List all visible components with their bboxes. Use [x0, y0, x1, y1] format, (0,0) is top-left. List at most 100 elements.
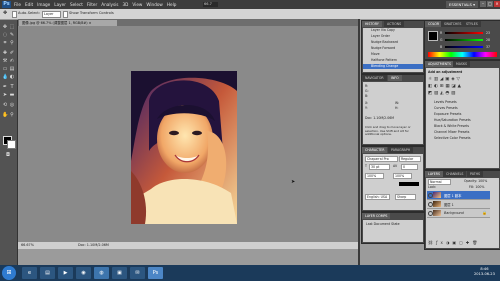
- history-item[interactable]: Move: [363, 52, 423, 57]
- font-style-dropdown[interactable]: Regular: [399, 156, 421, 162]
- layer-name[interactable]: 图层 1 副本: [444, 193, 461, 198]
- menu-image[interactable]: Image: [37, 2, 50, 7]
- taskbar-ie-icon[interactable]: e: [22, 267, 37, 279]
- layer-row[interactable]: 图层 1 副本: [427, 191, 490, 200]
- shape-tool-icon[interactable]: ▬: [9, 92, 15, 98]
- workspace-switcher[interactable]: ESSENTIALS ▾: [446, 1, 478, 8]
- tab-actions[interactable]: ACTIONS: [384, 21, 405, 27]
- preset-item[interactable]: Selective Color Presets: [426, 136, 498, 141]
- preset-item[interactable]: Channel Mixer Presets: [426, 130, 498, 135]
- auto-select-checkbox[interactable]: [12, 11, 17, 18]
- move-tool-icon[interactable]: ✥: [3, 10, 7, 16]
- healing-brush-tool-icon[interactable]: ✚: [2, 50, 8, 56]
- menu-help[interactable]: Help: [167, 2, 177, 7]
- taskbar-chrome-icon[interactable]: ◍: [94, 267, 109, 279]
- tab-info[interactable]: INFO: [388, 75, 402, 81]
- history-item-selected[interactable]: Blending Change: [363, 64, 423, 69]
- maximize-icon[interactable]: □: [487, 1, 493, 7]
- tab-channels[interactable]: CHANNELS: [443, 171, 467, 177]
- opacity-field[interactable]: Opacity: 100%: [464, 179, 487, 183]
- layer-name[interactable]: Background: [444, 211, 464, 215]
- adjustment-icons-row-3[interactable]: ◩▧◭◓▨: [428, 91, 496, 97]
- color-value-g[interactable]: 28: [486, 38, 490, 42]
- adjustment-icons-row-1[interactable]: ☼▥◢▣◈▽: [428, 77, 496, 83]
- color-value-r[interactable]: 23: [486, 31, 490, 35]
- language-dropdown[interactable]: English: USA: [365, 194, 390, 200]
- taskbar-app-icon[interactable]: ▣: [112, 267, 127, 279]
- tab-masks[interactable]: MASKS: [453, 61, 471, 67]
- blue-slider[interactable]: [445, 46, 483, 48]
- menu-layer[interactable]: Layer: [54, 2, 66, 7]
- tab-swatches[interactable]: SWATCHES: [441, 21, 465, 27]
- menu-file[interactable]: File: [14, 2, 21, 7]
- preset-item[interactable]: Exposure Presets: [426, 112, 498, 117]
- red-slider[interactable]: [445, 32, 483, 34]
- color-fg-swatch[interactable]: [428, 31, 438, 41]
- tab-paragraph[interactable]: PARAGRAPH: [388, 147, 414, 153]
- 3d-rotate-tool-icon[interactable]: ⟲: [2, 102, 8, 108]
- history-item[interactable]: Nudge Backward: [363, 40, 423, 45]
- eraser-tool-icon[interactable]: ▭: [2, 66, 8, 72]
- show-transform-checkbox[interactable]: [63, 11, 68, 18]
- horizontal-scale-field[interactable]: 100%: [393, 173, 412, 179]
- vertical-scale-field[interactable]: 100%: [365, 173, 384, 179]
- tab-layers[interactable]: LAYERS: [425, 171, 443, 177]
- zoom-tool-icon[interactable]: ⚲: [9, 112, 15, 118]
- layer-row[interactable]: Background 🔒: [427, 209, 490, 218]
- zoom-level[interactable]: 66.7: [203, 2, 218, 7]
- taskbar-clock[interactable]: 8:46 2013-06-23: [474, 267, 495, 277]
- preset-item[interactable]: Black & White Presets: [426, 124, 498, 129]
- minimize-icon[interactable]: –: [480, 1, 486, 7]
- document-image[interactable]: [131, 71, 237, 224]
- crop-tool-icon[interactable]: ⌗: [2, 40, 8, 46]
- taskbar-app-icon[interactable]: ✉: [130, 267, 145, 279]
- last-document-state[interactable]: Last Document State: [366, 222, 400, 226]
- dodge-tool-icon[interactable]: ◐: [9, 74, 15, 80]
- menu-3d[interactable]: 3D: [123, 2, 129, 7]
- color-value-b[interactable]: 37: [486, 45, 490, 49]
- history-item[interactable]: Halftone Pattern: [363, 58, 423, 63]
- preset-item[interactable]: Hue/Saturation Presets: [426, 118, 498, 123]
- menu-edit[interactable]: Edit: [25, 2, 33, 7]
- taskbar-explorer-icon[interactable]: ▤: [40, 267, 55, 279]
- close-icon[interactable]: ×: [494, 1, 500, 7]
- tab-color[interactable]: COLOR: [425, 21, 443, 27]
- layers-footer-icons[interactable]: ⛓ƒx◑▣▢✚🗑: [428, 240, 496, 246]
- text-color-swatch[interactable]: [399, 182, 419, 186]
- fill-field[interactable]: Fill: 100%: [469, 185, 484, 189]
- adjustment-icons-row-2[interactable]: ◧◐⊞▦◪▲: [428, 84, 496, 90]
- history-item[interactable]: Nudge Forward: [363, 46, 423, 51]
- path-selection-tool-icon[interactable]: ➤: [2, 92, 8, 98]
- tab-layer-comps[interactable]: LAYER COMPS: [362, 213, 391, 219]
- tab-paths[interactable]: PATHS: [467, 171, 484, 177]
- menu-window[interactable]: Window: [146, 2, 163, 7]
- marquee-tool-icon[interactable]: ⬚: [9, 24, 15, 30]
- layer-row[interactable]: 图层 1: [427, 200, 490, 209]
- quick-select-tool-icon[interactable]: ✎: [9, 32, 15, 38]
- brush-tool-icon[interactable]: ✐: [9, 50, 15, 56]
- history-item[interactable]: Layer Order: [363, 34, 423, 39]
- clone-stamp-tool-icon[interactable]: ⚒: [2, 58, 8, 64]
- start-button-icon[interactable]: ⊞: [2, 266, 16, 280]
- layer-name[interactable]: 图层 1: [444, 202, 454, 207]
- eyedropper-tool-icon[interactable]: ⚲: [9, 40, 15, 46]
- font-family-dropdown[interactable]: Chaparral Pro: [365, 156, 398, 162]
- menu-analysis[interactable]: Analysis: [101, 2, 118, 7]
- menu-select[interactable]: Select: [70, 2, 83, 7]
- move-tool-icon[interactable]: ✥: [2, 24, 8, 30]
- background-color-swatch[interactable]: [7, 140, 16, 149]
- tracking-field[interactable]: 0: [401, 164, 418, 170]
- tab-navigator[interactable]: NAVIGATOR: [362, 75, 387, 81]
- history-brush-tool-icon[interactable]: ✍: [9, 58, 15, 64]
- menu-filter[interactable]: Filter: [87, 2, 97, 7]
- tab-history[interactable]: HISTORY: [362, 21, 382, 27]
- hand-tool-icon[interactable]: ✋: [2, 112, 8, 118]
- menu-view[interactable]: View: [132, 2, 142, 7]
- taskbar-media-icon[interactable]: ▶: [58, 267, 73, 279]
- gradient-tool-icon[interactable]: ▤: [9, 66, 15, 72]
- status-zoom[interactable]: 66.67%: [21, 243, 34, 247]
- preset-item[interactable]: Curves Presets: [426, 106, 498, 111]
- blur-tool-icon[interactable]: 💧: [2, 74, 8, 80]
- taskbar-photoshop-icon[interactable]: Ps: [148, 267, 163, 279]
- font-size-field[interactable]: 30 pt: [369, 164, 390, 170]
